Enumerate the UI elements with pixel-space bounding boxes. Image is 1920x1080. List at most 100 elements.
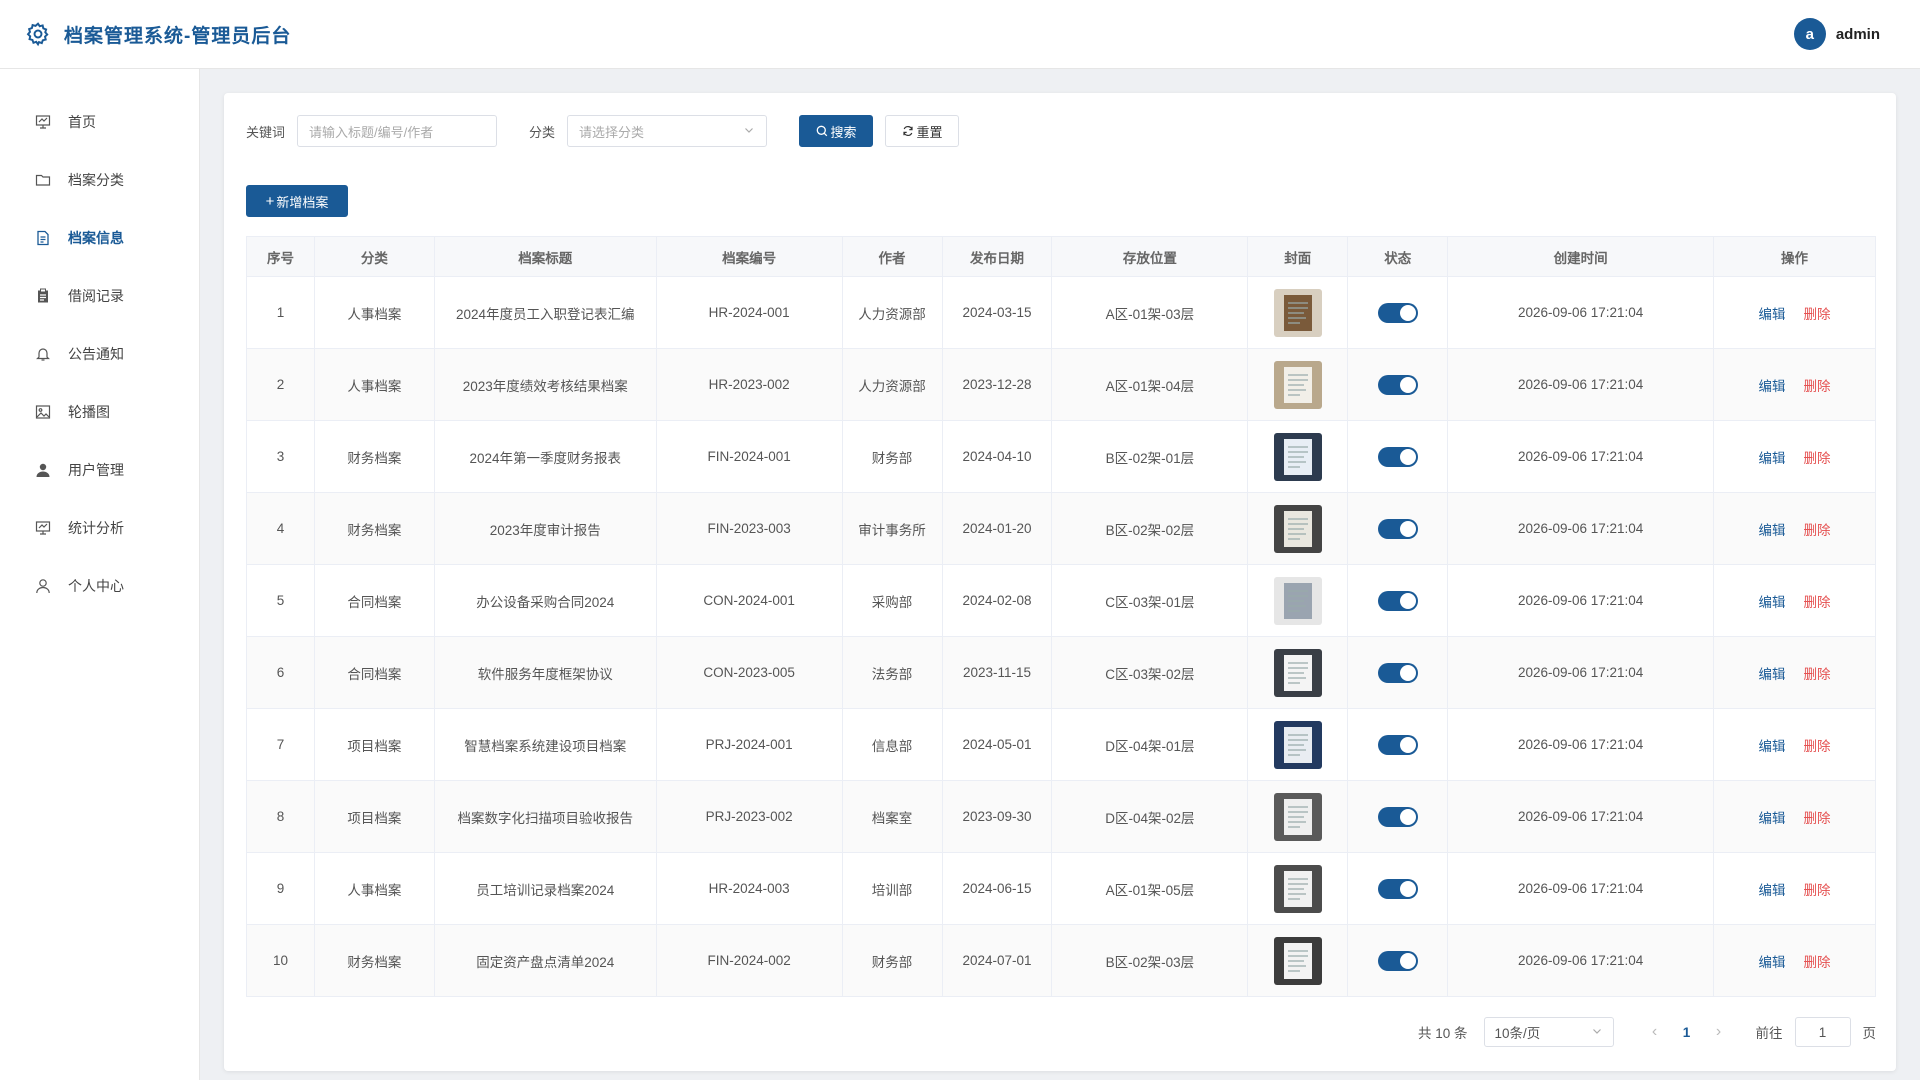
- pagination: 共 10 条 10条/页 ‹ 1 › 前往 1 页: [1418, 1017, 1876, 1047]
- status-toggle[interactable]: [1377, 518, 1418, 539]
- sidebar-item-user-management[interactable]: 用户管理: [0, 441, 199, 499]
- add-archive-button[interactable]: + 新增档案: [246, 185, 348, 217]
- date-cell: 2023-11-15: [941, 636, 1053, 709]
- edit-button[interactable]: 编辑: [1759, 739, 1786, 754]
- actions-cell: 编辑 删除: [1713, 420, 1876, 493]
- username[interactable]: admin: [1836, 26, 1880, 43]
- delete-button[interactable]: 删除: [1804, 883, 1831, 898]
- edit-button[interactable]: 编辑: [1759, 811, 1786, 826]
- cover-thumbnail[interactable]: [1273, 432, 1322, 481]
- status-toggle[interactable]: [1377, 446, 1418, 467]
- search-button[interactable]: 搜索: [799, 115, 874, 147]
- delete-button[interactable]: 删除: [1804, 307, 1831, 322]
- delete-button[interactable]: 删除: [1804, 523, 1831, 538]
- reset-button[interactable]: 重置: [885, 115, 960, 147]
- delete-button[interactable]: 删除: [1804, 811, 1831, 826]
- cover-thumbnail[interactable]: [1273, 720, 1322, 769]
- sidebar-item-borrow-records[interactable]: 借阅记录: [0, 267, 199, 325]
- date-cell: 2024-05-01: [941, 708, 1053, 781]
- category-label: 分类: [529, 124, 556, 140]
- sidebar-item-archive-info[interactable]: 档案信息: [0, 209, 199, 267]
- date-cell: 2024-04-10: [941, 420, 1053, 493]
- cover-thumbnail[interactable]: [1273, 936, 1322, 985]
- sidebar-item-carousel[interactable]: 轮播图: [0, 383, 199, 441]
- goto-label: 前往: [1755, 1026, 1783, 1041]
- table-header: 序号 分类 档案标题 档案编号 作者 发布日期 存放位置 封面 状态 创建时间 …: [246, 236, 1876, 277]
- row-number: 6: [246, 636, 315, 709]
- table-row: 7 项目档案 智慧档案系统建设项目档案 PRJ-2024-001 信息部 2024-05-…: [246, 708, 1876, 781]
- delete-button[interactable]: 删除: [1804, 955, 1831, 970]
- cover-thumbnail[interactable]: [1273, 360, 1322, 409]
- cover-thumbnail[interactable]: [1273, 792, 1322, 841]
- page-number[interactable]: 1: [1670, 1025, 1704, 1040]
- delete-button[interactable]: 删除: [1804, 595, 1831, 610]
- category-cell: 财务档案: [313, 924, 435, 997]
- category-cell: 人事档案: [313, 276, 435, 349]
- sidebar-item-home[interactable]: 首页: [0, 93, 199, 151]
- sidebar-item-statistics[interactable]: 统计分析: [0, 499, 199, 557]
- edit-button[interactable]: 编辑: [1759, 379, 1786, 394]
- date-cell: 2024-06-15: [941, 852, 1053, 925]
- keyword-input[interactable]: 请输入标题/编号/作者: [297, 115, 498, 147]
- status-toggle[interactable]: [1377, 734, 1418, 755]
- cover-thumbnail[interactable]: [1273, 864, 1322, 913]
- status-toggle[interactable]: [1377, 806, 1418, 827]
- title-cell: 办公设备采购合同2024: [433, 564, 657, 637]
- table-row: 2 人事档案 2023年度绩效考核结果档案 HR-2023-002 人力资源部 2023-…: [246, 348, 1876, 421]
- goto-page-input[interactable]: 1: [1794, 1017, 1851, 1047]
- author-cell: 人力资源部: [841, 348, 943, 421]
- delete-button[interactable]: 删除: [1804, 739, 1831, 754]
- sidebar-item-label: 档案信息: [68, 230, 124, 246]
- page-size-value: 10条/页: [1494, 1026, 1541, 1041]
- created-time-cell: 2026-09-06 17:21:04: [1447, 708, 1715, 781]
- next-page-icon[interactable]: ›: [1704, 1023, 1734, 1041]
- sidebar-item-notices[interactable]: 公告通知: [0, 325, 199, 383]
- cover-thumbnail[interactable]: [1273, 648, 1322, 697]
- edit-button[interactable]: 编辑: [1759, 883, 1786, 898]
- delete-button[interactable]: 删除: [1804, 379, 1831, 394]
- cover-cell: [1247, 420, 1349, 493]
- status-toggle[interactable]: [1377, 950, 1418, 971]
- delete-button[interactable]: 删除: [1804, 451, 1831, 466]
- edit-button[interactable]: 编辑: [1759, 307, 1786, 322]
- sidebar-item-profile[interactable]: 个人中心: [0, 557, 199, 615]
- row-number: 9: [246, 852, 315, 925]
- status-toggle[interactable]: [1377, 662, 1418, 683]
- edit-button[interactable]: 编辑: [1759, 451, 1786, 466]
- cover-thumbnail[interactable]: [1273, 504, 1322, 553]
- col-header: 序号: [246, 236, 315, 277]
- date-cell: 2023-09-30: [941, 780, 1053, 853]
- title-cell: 智慧档案系统建设项目档案: [433, 708, 657, 781]
- status-toggle[interactable]: [1377, 590, 1418, 611]
- location-cell: C区-03架-02层: [1051, 636, 1249, 709]
- cover-thumbnail[interactable]: [1273, 576, 1322, 625]
- prev-page-icon[interactable]: ‹: [1640, 1023, 1670, 1041]
- page-size-select[interactable]: 10条/页: [1483, 1017, 1614, 1047]
- user-outline-icon: [34, 577, 52, 595]
- delete-button[interactable]: 删除: [1804, 667, 1831, 682]
- edit-button[interactable]: 编辑: [1759, 667, 1786, 682]
- status-cell: [1347, 348, 1449, 421]
- col-header: 发布日期: [941, 236, 1053, 277]
- sidebar-item-archive-category[interactable]: 档案分类: [0, 151, 199, 209]
- edit-button[interactable]: 编辑: [1759, 955, 1786, 970]
- cover-thumbnail[interactable]: [1273, 288, 1322, 337]
- cover-cell: [1247, 276, 1349, 349]
- category-select[interactable]: 请选择分类: [567, 115, 768, 147]
- search-icon: [816, 125, 828, 137]
- status-toggle[interactable]: [1377, 374, 1418, 395]
- status-toggle[interactable]: [1377, 878, 1418, 899]
- edit-button[interactable]: 编辑: [1759, 523, 1786, 538]
- cover-cell: [1247, 348, 1349, 421]
- status-toggle[interactable]: [1377, 302, 1418, 323]
- code-cell: PRJ-2024-001: [655, 708, 843, 781]
- author-cell: 培训部: [841, 852, 943, 925]
- table-row: 3 财务档案 2024年第一季度财务报表 FIN-2024-001 财务部 2024-04…: [246, 420, 1876, 493]
- chart-icon: [34, 519, 52, 537]
- actions-cell: 编辑 删除: [1713, 276, 1876, 349]
- status-cell: [1347, 708, 1449, 781]
- user-menu[interactable]: a admin: [1793, 18, 1880, 50]
- edit-button[interactable]: 编辑: [1759, 595, 1786, 610]
- avatar[interactable]: a: [1793, 18, 1826, 50]
- table-row: 8 项目档案 档案数字化扫描项目验收报告 PRJ-2023-002 档案室 2023-09…: [246, 780, 1876, 853]
